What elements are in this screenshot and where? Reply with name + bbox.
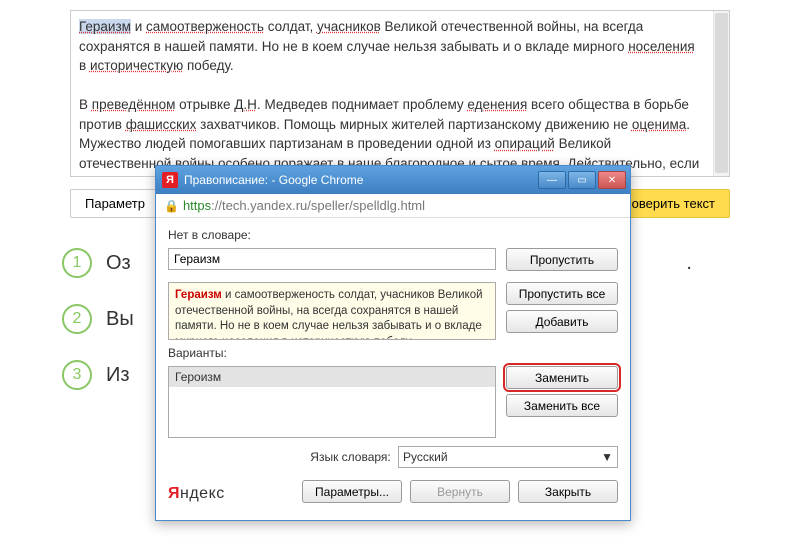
step-number: 3 (62, 360, 92, 390)
spellcheck-dialog: Я Правописание: - Google Chrome — ▭ ✕ 🔒 … (155, 165, 631, 521)
step-text: Вы (106, 308, 134, 331)
step-text: Из (106, 364, 130, 387)
skip-all-button[interactable]: Пропустить все (506, 282, 618, 305)
dialog-titlebar[interactable]: Я Правописание: - Google Chrome — ▭ ✕ (156, 166, 630, 194)
url-path: ://tech.yandex.ru/speller/spelldlg.html (211, 198, 425, 213)
replace-all-button[interactable]: Заменить все (506, 394, 618, 417)
dialog-title: Правописание: - Google Chrome (184, 173, 536, 187)
dialog-params-button[interactable]: Параметры... (302, 480, 402, 503)
address-bar[interactable]: 🔒 https://tech.yandex.ru/speller/spelldl… (156, 194, 630, 218)
variant-item[interactable]: Героизм (169, 367, 495, 387)
text-editor[interactable]: Гераизм и самоотверженость солдат, учасн… (70, 10, 730, 177)
variants-label: Варианты: (168, 346, 496, 360)
lang-select[interactable]: Русский ▼ (398, 446, 618, 468)
skip-button[interactable]: Пропустить (506, 248, 618, 271)
lang-value: Русский (403, 450, 448, 464)
misspelled-input[interactable] (168, 248, 496, 270)
lock-icon: 🔒 (164, 199, 179, 213)
lang-label: Язык словаря: (310, 450, 390, 464)
url-protocol: https (183, 198, 211, 213)
not-in-dict-label: Нет в словаре: (168, 228, 496, 242)
step-number: 2 (62, 304, 92, 334)
dialog-close-button[interactable]: Закрыть (518, 480, 618, 503)
context-box: Гераизм и самоотверженость солдат, учасн… (168, 282, 496, 340)
chevron-down-icon: ▼ (601, 450, 613, 464)
revert-button[interactable]: Вернуть (410, 480, 510, 503)
yandex-logo: Яндекс (168, 485, 225, 503)
minimize-icon[interactable]: — (538, 171, 566, 189)
dialog-body: Нет в словаре: Пропустить Гераизм и само… (156, 218, 630, 520)
variants-list[interactable]: Героизм (168, 366, 496, 438)
params-button[interactable]: Параметр (70, 189, 160, 218)
selected-word[interactable]: Гераизм (79, 19, 131, 34)
scrollbar[interactable] (713, 11, 729, 176)
add-button[interactable]: Добавить (506, 310, 618, 333)
text-content[interactable]: Гераизм и самоотверженость солдат, учасн… (71, 11, 729, 177)
scroll-thumb[interactable] (715, 13, 728, 173)
step-number: 1 (62, 248, 92, 278)
close-icon[interactable]: ✕ (598, 171, 626, 189)
replace-button[interactable]: Заменить (506, 366, 618, 389)
yandex-icon: Я (162, 172, 178, 188)
maximize-icon[interactable]: ▭ (568, 171, 596, 189)
